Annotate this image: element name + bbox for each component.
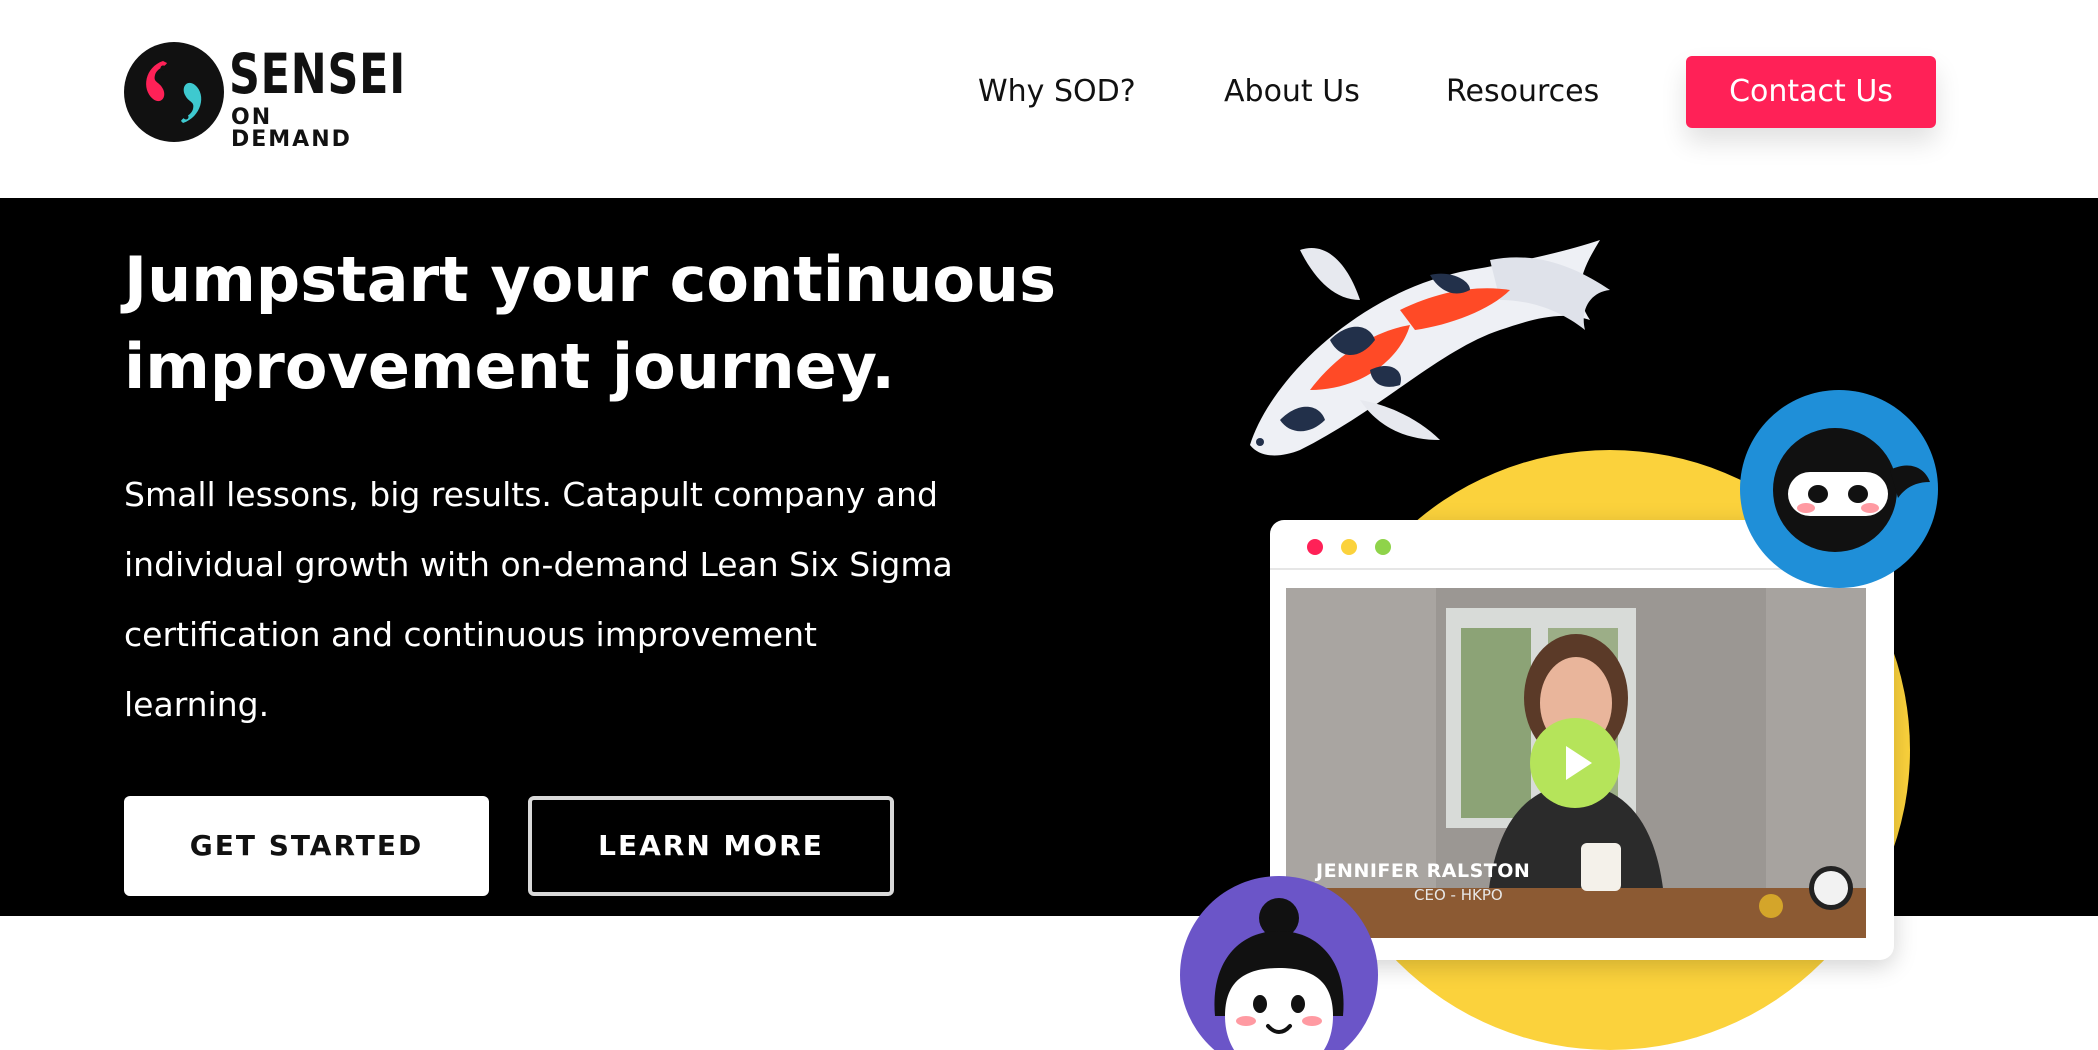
koi-yin-yang-logo-icon	[124, 42, 224, 142]
nav-about-us[interactable]: About Us	[1224, 56, 1360, 128]
logo-tagline: ON DEMAND	[231, 105, 352, 152]
ninja-avatar	[1740, 390, 1938, 588]
nav-why-sod[interactable]: Why SOD?	[978, 56, 1136, 128]
play-button[interactable]	[1530, 718, 1620, 808]
hero-description: Small lessons, big results. Catapult com…	[124, 475, 953, 724]
minimize-dot-icon	[1341, 539, 1357, 555]
learn-more-button[interactable]: LEARN MORE	[528, 796, 894, 896]
koi-fish-illustration-icon	[1250, 240, 1610, 456]
presenter-name: JENNIFER RALSTON	[1316, 860, 1531, 882]
presenter-role: CEO - HKPO	[1414, 886, 1503, 904]
nav-resources[interactable]: Resources	[1446, 56, 1599, 128]
play-icon	[1566, 746, 1592, 780]
logo[interactable]: SENSEI ON DEMAND	[123, 41, 405, 151]
site-header: SENSEI ON DEMAND Why SOD? About Us Resou…	[0, 0, 2098, 198]
video-player[interactable]: JENNIFER RALSTON CEO - HKPO	[1286, 588, 1866, 938]
hero-title: Jumpstart your continuous improvement jo…	[124, 243, 1056, 403]
logo-wordmark: SENSEI	[229, 42, 406, 106]
close-dot-icon	[1307, 539, 1323, 555]
hero-illustration: JENNIFER RALSTON CEO - HKPO	[1180, 220, 1938, 1050]
maximize-dot-icon	[1375, 539, 1391, 555]
ninja-avatar-icon	[1773, 428, 1930, 552]
get-started-button[interactable]: GET STARTED	[124, 796, 489, 896]
contact-us-button[interactable]: Contact Us	[1686, 56, 1936, 128]
